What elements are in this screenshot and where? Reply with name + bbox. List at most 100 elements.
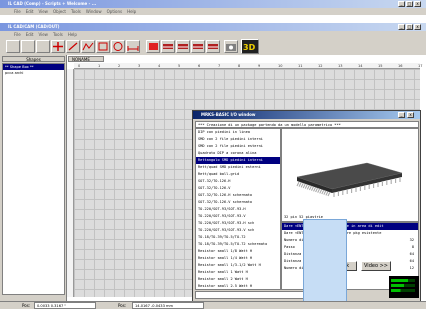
inner-minimize-button[interactable]: _: [398, 24, 405, 30]
dialog-list-header: *** Creazione di un package partendo da …: [195, 121, 419, 128]
focus-rectangle: [303, 219, 347, 306]
outer-maximize-button[interactable]: □: [406, 1, 413, 7]
chip-pin: [313, 187, 317, 192]
rect-icon[interactable]: [96, 40, 110, 53]
line-icon[interactable]: [66, 40, 80, 53]
package-list-item[interactable]: TO-220/SOT-93/SOT-93-H: [196, 206, 280, 213]
inner-menu-tools[interactable]: Tools: [53, 32, 63, 37]
tab-noname[interactable]: NONAME: [68, 56, 104, 62]
tab-shapes[interactable]: Shapes: [2, 56, 65, 62]
layer-b-icon[interactable]: [176, 40, 190, 53]
package-list-item[interactable]: SOT-32/TO-126-H: [196, 178, 280, 185]
outer-menu-help[interactable]: Help: [127, 9, 136, 14]
package-list[interactable]: DIP con piedini in linea SMD con 2 file p…: [195, 128, 281, 290]
chip-pin: [317, 188, 321, 193]
outer-title: IL CAD (Comp) - Scripts + Welcome - ...: [8, 1, 97, 6]
package-list-item[interactable]: TO-220/SOT-93/SOT-93-H sch: [196, 220, 280, 227]
package-list-item[interactable]: Resistor small 2 Watt H: [196, 276, 280, 283]
dialog-minimize-button[interactable]: _: [398, 112, 405, 118]
chip-pin: [302, 183, 306, 189]
inner-maximize-button[interactable]: □: [406, 24, 413, 30]
package-list-item[interactable]: DIP con piedini in linea: [196, 129, 280, 136]
ic-chip-preview: [296, 162, 403, 197]
outer-menu-file[interactable]: File: [14, 9, 21, 14]
outer-minimize-button[interactable]: _: [398, 1, 405, 7]
chip-pin: [298, 182, 302, 187]
package-list-item[interactable]: TO-18/TO-39/TO-5/TO-72: [196, 234, 280, 241]
3d-icon[interactable]: 3D: [241, 39, 259, 54]
chip-pin: [327, 191, 331, 197]
meter-bar-2: [391, 284, 415, 287]
chip-pin: [310, 186, 314, 191]
package-list-item[interactable]: SOT-32/TO-126-V: [196, 185, 280, 192]
chip-pin: [321, 189, 325, 195]
circle-icon[interactable]: [111, 40, 125, 53]
layer-d-icon[interactable]: [206, 40, 220, 53]
outer-menu-options[interactable]: Options: [107, 9, 122, 14]
inner-close-button[interactable]: x: [414, 24, 421, 30]
inner-menu-view[interactable]: View: [38, 32, 48, 37]
new-icon[interactable]: [6, 40, 20, 53]
outer-menu-tools[interactable]: Tools: [71, 9, 81, 14]
package-list-item[interactable]: Resistor small 2.5 Watt H: [196, 283, 280, 289]
param-value: 64: [409, 252, 414, 256]
package-list-item[interactable]: SMD con 2 file piedini esterni: [196, 143, 280, 150]
camera-icon[interactable]: [224, 40, 238, 53]
inner-menu-file[interactable]: File: [14, 32, 21, 37]
chip-pin: [296, 181, 300, 187]
inner-menubar: File Edit View Tools Help: [0, 31, 426, 38]
param-value: 8: [411, 245, 414, 249]
add-icon[interactable]: [51, 40, 65, 53]
package-list-item[interactable]: TO-18/TO-39/TO-5/TO-72 schermato: [196, 241, 280, 248]
param-value: 32: [409, 238, 414, 242]
inner-menu-help[interactable]: Help: [68, 32, 77, 37]
dialog-close-button[interactable]: x: [407, 112, 414, 118]
shape-list-item[interactable]: pcca archi: [3, 70, 64, 76]
outer-close-button[interactable]: x: [414, 1, 421, 7]
open-icon[interactable]: [21, 40, 35, 53]
package-list-item[interactable]: Rett/quad ball-grid: [196, 171, 280, 178]
layer-red-icon[interactable]: [146, 40, 160, 53]
outer-menubar: File Edit View Object Tools Window Options Help: [0, 8, 426, 15]
package-list-item[interactable]: SMD con 2 file piedini interni: [196, 136, 280, 143]
package-list-item[interactable]: Resistor small 1/4 Watt H: [196, 255, 280, 262]
chip-pin: [325, 191, 329, 196]
save-icon[interactable]: [36, 40, 50, 53]
command-input[interactable]: [195, 291, 315, 299]
layer-a-icon[interactable]: [161, 40, 175, 53]
dialog-title-bar: MRKS-BASIC I/O window: [193, 111, 420, 119]
chip-pin: [319, 189, 323, 194]
measure-icon[interactable]: [126, 40, 140, 53]
outer-menu-object[interactable]: Object: [53, 9, 66, 14]
chip-pin: [306, 185, 310, 190]
dialog-title: MRKS-BASIC I/O window: [201, 112, 256, 117]
outer-menu-view[interactable]: View: [38, 9, 48, 14]
polyline-icon[interactable]: [81, 40, 95, 53]
inner-title-bar: IL CAD/CAM (CAD/OUT): [0, 23, 426, 31]
chip-pin: [300, 183, 304, 188]
chip-pin: [323, 190, 327, 195]
inner-menu-edit[interactable]: Edit: [26, 32, 34, 37]
package-list-item[interactable]: Rett/quad SMD piedini esterni: [196, 164, 280, 171]
layer-c-icon[interactable]: [191, 40, 205, 53]
shape-list[interactable]: ** Shape Box ** pcca archi: [2, 63, 65, 295]
package-list-item[interactable]: Quadrato DIP a corona alina: [196, 150, 280, 157]
package-list-item[interactable]: TO-220/SOT-93/SOT-93-V: [196, 213, 280, 220]
outer-menu-edit[interactable]: Edit: [26, 9, 34, 14]
inner-title: IL CAD/CAM (CAD/OUT): [8, 24, 60, 29]
package-list-item[interactable]: SOT-32/TO-126-V schermato: [196, 199, 280, 206]
package-list-item[interactable]: Resistor small 1 Watt H: [196, 269, 280, 276]
package-list-item[interactable]: SOT-32/TO-126-H schermato: [196, 192, 280, 199]
package-list-item[interactable]: Rettangolo SMD piedini interni: [196, 157, 280, 164]
package-list-item[interactable]: TO-220/SOT-93/SOT-93-V sch: [196, 227, 280, 234]
param-value: 64: [409, 259, 414, 263]
video-button[interactable]: Video >>: [361, 261, 391, 271]
outer-title-bar: IL CAD (Comp) - Scripts + Welcome - ...: [0, 0, 426, 8]
outer-menu-window[interactable]: Window: [86, 9, 102, 14]
meter-bar-3: [391, 289, 415, 292]
package-list-item[interactable]: Resistor small 1/3-1/2 Watt H: [196, 262, 280, 269]
meter-bar-1: [391, 279, 415, 282]
param-name: Passo: [284, 245, 295, 249]
left-ruler: [67, 69, 74, 297]
package-list-item[interactable]: Resistor small 1/8 Watt H: [196, 248, 280, 255]
